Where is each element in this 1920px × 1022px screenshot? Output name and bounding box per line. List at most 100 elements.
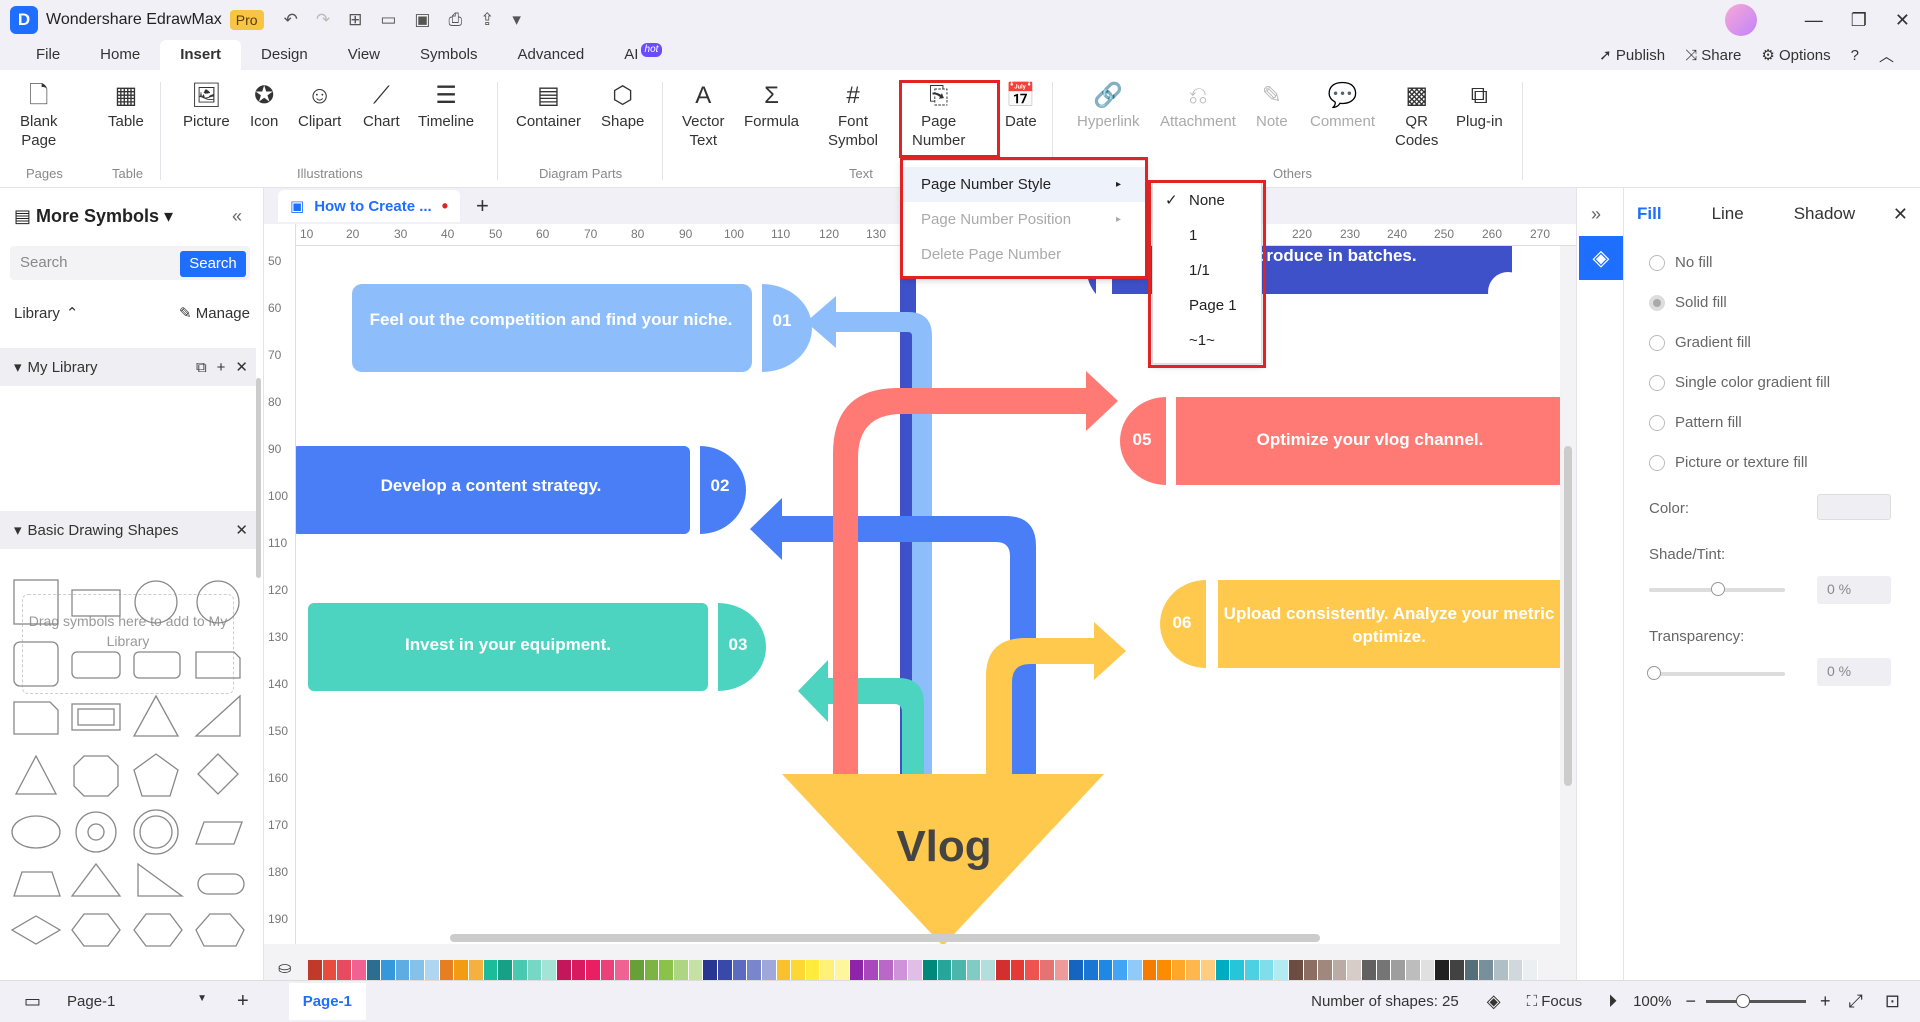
palette-swatch[interactable] <box>1362 960 1377 980</box>
options-button[interactable]: ⚙ Options <box>1761 46 1830 64</box>
tab-line[interactable]: Line <box>1712 204 1744 224</box>
palette-swatch[interactable] <box>1230 960 1245 980</box>
palette-swatch[interactable] <box>1435 960 1450 980</box>
palette-swatch[interactable] <box>761 960 777 980</box>
transparency-slider[interactable] <box>1647 666 1785 680</box>
arrow-05[interactable] <box>833 388 1086 774</box>
basic-shapes-header[interactable]: ▾ Basic Drawing Shapes ✕ <box>0 511 256 549</box>
palette-swatch[interactable] <box>469 960 484 980</box>
palette-swatch[interactable] <box>835 960 850 980</box>
icon-button[interactable]: ✪ Icon <box>250 80 278 131</box>
pentagon-shape[interactable] <box>133 753 179 797</box>
palette-swatch[interactable] <box>556 960 572 980</box>
palette-swatch[interactable] <box>1274 960 1289 980</box>
palette-swatch[interactable] <box>498 960 513 980</box>
transparency-input[interactable]: 0 % <box>1817 658 1891 686</box>
triangle-shape[interactable] <box>14 754 58 795</box>
close-basic-shapes-icon[interactable]: ✕ <box>235 521 248 539</box>
palette-swatch[interactable] <box>776 960 792 980</box>
palette-swatch[interactable] <box>1054 960 1070 980</box>
right-triangle-shape[interactable] <box>137 862 184 897</box>
fill-bucket-icon[interactable]: ⛀ <box>278 958 291 978</box>
palette-swatch[interactable] <box>337 960 352 980</box>
page-layout-icon[interactable]: ▭ <box>24 991 41 1012</box>
palette-swatch[interactable] <box>366 960 382 980</box>
palette-swatch[interactable] <box>1259 960 1275 980</box>
palette-swatch[interactable] <box>425 960 440 980</box>
color-swatch[interactable] <box>1817 494 1891 520</box>
formula-button[interactable]: Σ Formula <box>744 80 799 131</box>
palette-swatch[interactable] <box>1347 960 1363 980</box>
canvas-page[interactable]: Vlog Feel out the competition and find y… <box>296 246 1560 944</box>
palette-swatch[interactable] <box>1113 960 1128 980</box>
menu-insert[interactable]: Insert <box>160 40 242 70</box>
tab-shadow[interactable]: Shadow <box>1794 204 1855 224</box>
palette-swatch[interactable] <box>922 960 938 980</box>
snip-rectangle-shape[interactable] <box>13 701 59 735</box>
palette-swatch[interactable] <box>937 960 953 980</box>
gradient-fill-option[interactable]: Gradient fill <box>1649 334 1751 351</box>
ring-shape[interactable] <box>75 811 117 853</box>
palette-swatch[interactable] <box>952 960 967 980</box>
arrow-06[interactable] <box>986 638 1094 774</box>
menu-ai[interactable]: AI hot <box>604 40 663 70</box>
hyperlink-button[interactable]: 🔗 Hyperlink <box>1077 80 1140 131</box>
palette-swatch[interactable] <box>571 960 587 980</box>
my-library-header[interactable]: ▾ My Library ⧉ + ✕ <box>0 348 256 386</box>
palette-swatch[interactable] <box>1464 960 1480 980</box>
palette-swatch[interactable] <box>1025 960 1041 980</box>
date-button[interactable]: 📅 Date <box>1005 80 1037 131</box>
add-page-icon[interactable]: + <box>237 990 249 1013</box>
palette-swatch[interactable] <box>1318 960 1333 980</box>
palette-swatch[interactable] <box>878 960 894 980</box>
expand-panel-icon[interactable]: » <box>1591 204 1601 225</box>
menu-home[interactable]: Home <box>80 40 160 70</box>
library-collapse-icon[interactable]: ⌃ <box>66 304 79 322</box>
menu-file[interactable]: File <box>16 40 80 70</box>
clipart-button[interactable]: ☺ Clipart <box>298 80 341 131</box>
menu-design[interactable]: Design <box>241 40 328 70</box>
print-icon[interactable]: ⎙ <box>448 10 462 30</box>
canvas-h-scrollbar[interactable] <box>450 934 1320 942</box>
export-icon[interactable]: ⇪ <box>480 10 494 30</box>
palette-swatch[interactable] <box>1171 960 1187 980</box>
palette-swatch[interactable] <box>381 960 396 980</box>
ai-assistant-icon[interactable] <box>1488 272 1528 312</box>
palette-swatch[interactable] <box>1098 960 1114 980</box>
palette-swatch[interactable] <box>703 960 718 980</box>
palette-swatch[interactable] <box>454 960 470 980</box>
palette-swatch[interactable] <box>996 960 1011 980</box>
palette-swatch[interactable] <box>1288 960 1304 980</box>
page-tab[interactable]: Page-1 <box>288 983 366 1020</box>
palette-swatch[interactable] <box>483 960 499 980</box>
palette-swatch[interactable] <box>805 960 821 980</box>
import-icon[interactable]: ⧉ <box>196 359 207 376</box>
palette-swatch[interactable] <box>1332 960 1348 980</box>
palette-swatch[interactable] <box>1245 960 1260 980</box>
palette-swatch[interactable] <box>1127 960 1143 980</box>
timeline-button[interactable]: ☰ Timeline <box>418 80 474 131</box>
circle-shape[interactable] <box>134 580 178 624</box>
publish-button[interactable]: ➚ Publish <box>1599 46 1665 64</box>
palette-swatch[interactable] <box>849 960 865 980</box>
new-icon[interactable]: ⊞ <box>348 10 362 30</box>
heptagon-shape[interactable] <box>195 913 245 947</box>
hexagon-shape[interactable] <box>133 913 183 947</box>
palette-swatch[interactable] <box>674 960 689 980</box>
shade-slider[interactable] <box>1649 582 1785 596</box>
close-window-icon[interactable]: ✕ <box>1895 10 1910 31</box>
focus-button[interactable]: ⛶ Focus <box>1527 993 1583 1010</box>
note-button[interactable]: ✎ Note <box>1256 80 1288 131</box>
palette-swatch[interactable] <box>1449 960 1465 980</box>
square-shape[interactable] <box>13 579 59 625</box>
tab-fill[interactable]: Fill <box>1637 204 1662 224</box>
hexagon-shape[interactable] <box>71 913 121 947</box>
undo-icon[interactable]: ↶ <box>284 10 298 30</box>
zoom-slider[interactable] <box>1705 994 1806 1008</box>
redo-icon[interactable]: ↷ <box>316 10 330 30</box>
palette-swatch[interactable] <box>615 960 631 980</box>
palette-swatch[interactable] <box>1069 960 1084 980</box>
palette-swatch[interactable] <box>410 960 426 980</box>
diamond-shape[interactable] <box>197 753 239 795</box>
palette-swatch[interactable] <box>908 960 923 980</box>
